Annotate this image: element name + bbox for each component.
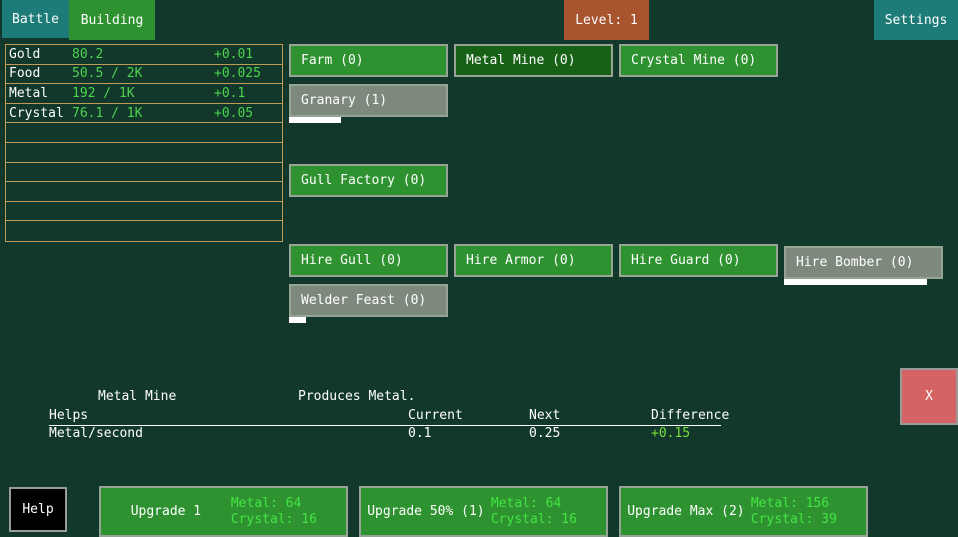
settings-label: Settings xyxy=(885,13,948,28)
resource-rate: +0.025 xyxy=(214,66,282,81)
resource-value: 50.5 / 2K xyxy=(72,66,214,81)
tab-battle[interactable]: Battle xyxy=(2,0,69,38)
hire-bomber-progress-fill xyxy=(784,279,927,285)
hire-gull-button[interactable]: Hire Gull (0) xyxy=(289,244,448,277)
resource-value: 192 / 1K xyxy=(72,86,214,101)
upgrade-max-cost-crystal: Crystal: 39 xyxy=(751,512,837,527)
hire-bomber-button[interactable]: Hire Bomber (0) xyxy=(784,246,943,279)
crystal-mine-button[interactable]: Crystal Mine (0) xyxy=(619,44,778,77)
resource-row-crystal: Crystal 76.1 / 1K +0.05 xyxy=(6,104,282,124)
metal-mine-button-label: Metal Mine (0) xyxy=(456,53,576,68)
upgrade-1-label: Upgrade 1 xyxy=(101,504,231,519)
info-row-helps: Metal/second xyxy=(49,426,143,441)
upgrade-50pct-cost-crystal: Crystal: 16 xyxy=(491,512,577,527)
granary-progress-bar xyxy=(289,117,448,123)
welder-feast-progress-fill xyxy=(289,317,306,323)
tab-building[interactable]: Building xyxy=(69,0,155,40)
granary-progress-fill xyxy=(289,117,341,123)
settings-button[interactable]: Settings xyxy=(874,0,958,40)
info-header-difference: Difference xyxy=(651,408,729,423)
resource-row-empty xyxy=(6,202,282,222)
resource-rate: +0.01 xyxy=(214,47,282,62)
resource-name: Crystal xyxy=(9,106,72,121)
hire-bomber-button-label: Hire Bomber (0) xyxy=(786,255,913,270)
crystal-mine-button-label: Crystal Mine (0) xyxy=(621,53,756,68)
metal-mine-button[interactable]: Metal Mine (0) xyxy=(454,44,613,77)
resource-row-empty xyxy=(6,163,282,183)
info-panel-description: Produces Metal. xyxy=(298,389,415,404)
upgrade-50pct-cost-metal: Metal: 64 xyxy=(491,496,561,511)
info-table-row: Metal/second 0.1 0.25 +0.15 xyxy=(49,426,721,441)
resource-row-gold: Gold 80.2 +0.01 xyxy=(6,45,282,65)
upgrade-max-button[interactable]: Upgrade Max (2) Metal: 156 Crystal: 39 xyxy=(619,486,868,537)
resource-row-empty xyxy=(6,123,282,143)
upgrade-50pct-label: Upgrade 50% (1) xyxy=(361,504,491,519)
farm-button-label: Farm (0) xyxy=(291,53,364,68)
resource-rate: +0.1 xyxy=(214,86,282,101)
info-header-helps: Helps xyxy=(49,408,88,423)
info-header-current: Current xyxy=(408,408,463,423)
hire-guard-button-label: Hire Guard (0) xyxy=(621,253,741,268)
welder-feast-button[interactable]: Welder Feast (0) xyxy=(289,284,448,317)
gull-factory-button-label: Gull Factory (0) xyxy=(291,173,426,188)
level-label: Level: 1 xyxy=(575,13,638,28)
info-row-current: 0.1 xyxy=(408,426,431,441)
granary-button[interactable]: Granary (1) xyxy=(289,84,448,117)
upgrade-1-cost-metal: Metal: 64 xyxy=(231,496,301,511)
resource-row-empty xyxy=(6,182,282,202)
upgrade-50pct-costs: Metal: 64 Crystal: 16 xyxy=(491,496,606,528)
hire-guard-button[interactable]: Hire Guard (0) xyxy=(619,244,778,277)
info-table-header: Helps Current Next Difference xyxy=(49,408,721,426)
resource-row-food: Food 50.5 / 2K +0.025 xyxy=(6,65,282,85)
level-indicator: Level: 1 xyxy=(564,0,649,40)
hire-gull-button-label: Hire Gull (0) xyxy=(291,253,403,268)
welder-feast-button-label: Welder Feast (0) xyxy=(291,293,426,308)
resource-name: Food xyxy=(9,66,72,81)
resource-rate: +0.05 xyxy=(214,106,282,121)
tab-building-label: Building xyxy=(81,13,144,28)
welder-feast-progress-bar xyxy=(289,317,448,323)
farm-button[interactable]: Farm (0) xyxy=(289,44,448,77)
upgrade-max-label: Upgrade Max (2) xyxy=(621,504,751,519)
info-row-next: 0.25 xyxy=(529,426,560,441)
resource-table: Gold 80.2 +0.01 Food 50.5 / 2K +0.025 Me… xyxy=(5,44,283,242)
granary-button-label: Granary (1) xyxy=(291,93,387,108)
resource-name: Gold xyxy=(9,47,72,62)
upgrade-1-cost-crystal: Crystal: 16 xyxy=(231,512,317,527)
close-button[interactable]: X xyxy=(900,368,958,425)
info-header-next: Next xyxy=(529,408,560,423)
upgrade-1-button[interactable]: Upgrade 1 Metal: 64 Crystal: 16 xyxy=(99,486,348,537)
hire-armor-button[interactable]: Hire Armor (0) xyxy=(454,244,613,277)
info-panel-title: Metal Mine xyxy=(98,389,176,404)
info-row-difference: +0.15 xyxy=(651,426,690,441)
resource-row-empty xyxy=(6,143,282,163)
hire-bomber-progress-bar xyxy=(784,279,943,285)
resource-row-metal: Metal 192 / 1K +0.1 xyxy=(6,84,282,104)
tab-battle-label: Battle xyxy=(12,12,59,27)
gull-factory-button[interactable]: Gull Factory (0) xyxy=(289,164,448,197)
resource-value: 76.1 / 1K xyxy=(72,106,214,121)
help-button-label: Help xyxy=(22,502,53,517)
resource-name: Metal xyxy=(9,86,72,101)
upgrade-max-cost-metal: Metal: 156 xyxy=(751,496,829,511)
resource-row-empty xyxy=(6,221,282,241)
close-icon: X xyxy=(925,389,933,404)
upgrade-50pct-button[interactable]: Upgrade 50% (1) Metal: 64 Crystal: 16 xyxy=(359,486,608,537)
upgrade-max-costs: Metal: 156 Crystal: 39 xyxy=(751,496,866,528)
resource-value: 80.2 xyxy=(72,47,214,62)
help-button[interactable]: Help xyxy=(9,487,67,532)
hire-armor-button-label: Hire Armor (0) xyxy=(456,253,576,268)
upgrade-1-costs: Metal: 64 Crystal: 16 xyxy=(231,496,346,528)
